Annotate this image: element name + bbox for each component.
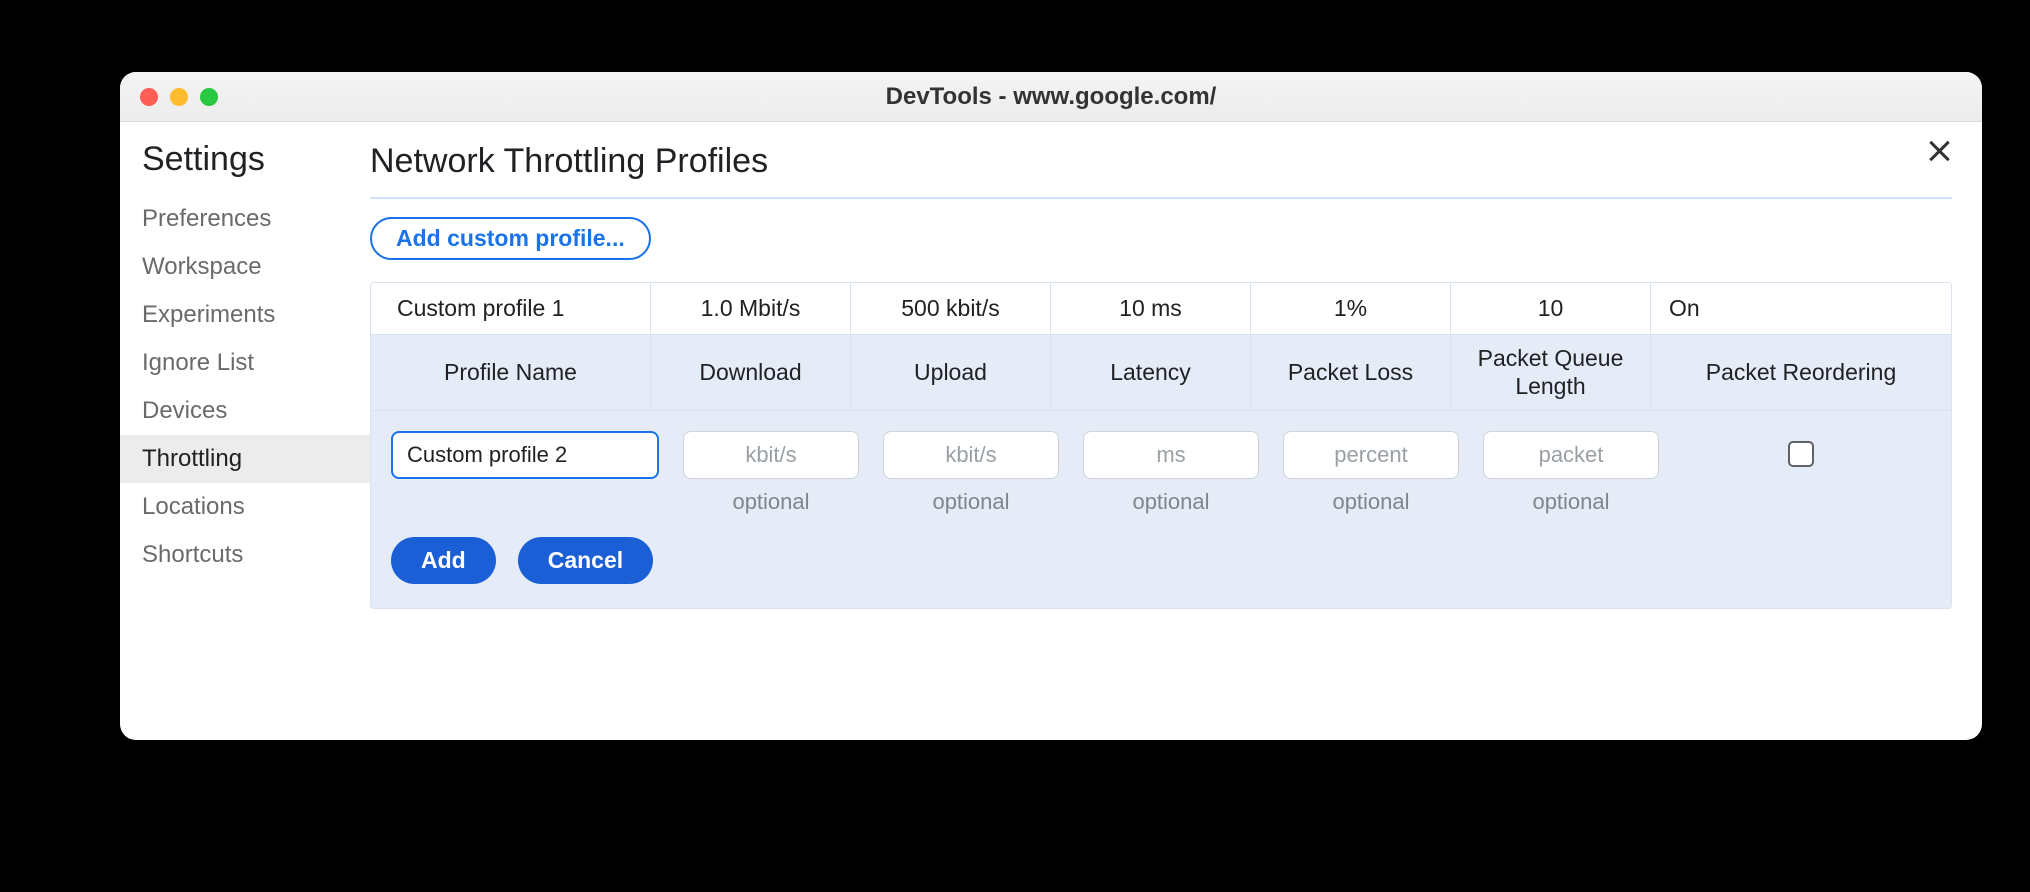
sidebar-item-experiments[interactable]: Experiments (120, 291, 370, 339)
packet-queue-input[interactable] (1483, 431, 1659, 479)
sidebar-item-workspace[interactable]: Workspace (120, 243, 370, 291)
optional-label: optional (732, 489, 809, 515)
download-input[interactable] (683, 431, 859, 479)
page-title: Network Throttling Profiles (370, 142, 1952, 199)
col-latency: Latency (1051, 335, 1251, 411)
cell-upload: 500 kbit/s (851, 283, 1051, 335)
edit-new-profile: optional optional optional optional (371, 411, 1951, 608)
col-download: Download (651, 335, 851, 411)
optional-label: optional (1532, 489, 1609, 515)
sidebar-item-preferences[interactable]: Preferences (120, 195, 370, 243)
sidebar-item-locations[interactable]: Locations (120, 483, 370, 531)
profile-name-input[interactable] (391, 431, 659, 479)
settings-sidebar: Settings Preferences Workspace Experimen… (120, 122, 370, 740)
optional-label: optional (932, 489, 1009, 515)
sidebar-item-ignore-list[interactable]: Ignore List (120, 339, 370, 387)
profiles-table: Custom profile 1 1.0 Mbit/s 500 kbit/s 1… (370, 282, 1952, 609)
cell-packet-reorder: On (1651, 283, 1951, 335)
col-packet-queue: Packet Queue Length (1451, 335, 1651, 411)
window-titlebar: DevTools - www.google.com/ (120, 72, 1982, 122)
settings-main: Network Throttling Profiles Add custom p… (370, 122, 1982, 740)
col-packet-reorder: Packet Reordering (1651, 335, 1951, 411)
table-row[interactable]: Custom profile 1 1.0 Mbit/s 500 kbit/s 1… (371, 283, 1951, 335)
cell-latency: 10 ms (1051, 283, 1251, 335)
cell-packet-queue: 10 (1451, 283, 1651, 335)
cancel-button[interactable]: Cancel (518, 537, 653, 584)
close-settings-icon[interactable] (1924, 136, 1954, 166)
add-custom-profile-button[interactable]: Add custom profile... (370, 217, 651, 260)
add-button[interactable]: Add (391, 537, 496, 584)
sidebar-title: Settings (120, 140, 370, 195)
window-title: DevTools - www.google.com/ (120, 83, 1982, 111)
cell-download: 1.0 Mbit/s (651, 283, 851, 335)
optional-label: optional (1332, 489, 1409, 515)
sidebar-item-throttling[interactable]: Throttling (120, 435, 370, 483)
col-upload: Upload (851, 335, 1051, 411)
packet-reordering-checkbox[interactable] (1788, 441, 1814, 467)
upload-input[interactable] (883, 431, 1059, 479)
col-packet-loss: Packet Loss (1251, 335, 1451, 411)
packet-loss-input[interactable] (1283, 431, 1459, 479)
sidebar-item-devices[interactable]: Devices (120, 387, 370, 435)
cell-packet-loss: 1% (1251, 283, 1451, 335)
cell-profile-name: Custom profile 1 (371, 283, 651, 335)
table-header: Profile Name Download Upload Latency Pac… (371, 335, 1951, 411)
col-profile-name: Profile Name (371, 335, 651, 411)
sidebar-item-shortcuts[interactable]: Shortcuts (120, 531, 370, 579)
latency-input[interactable] (1083, 431, 1259, 479)
optional-label: optional (1132, 489, 1209, 515)
devtools-window: DevTools - www.google.com/ Settings Pref… (120, 72, 1982, 740)
